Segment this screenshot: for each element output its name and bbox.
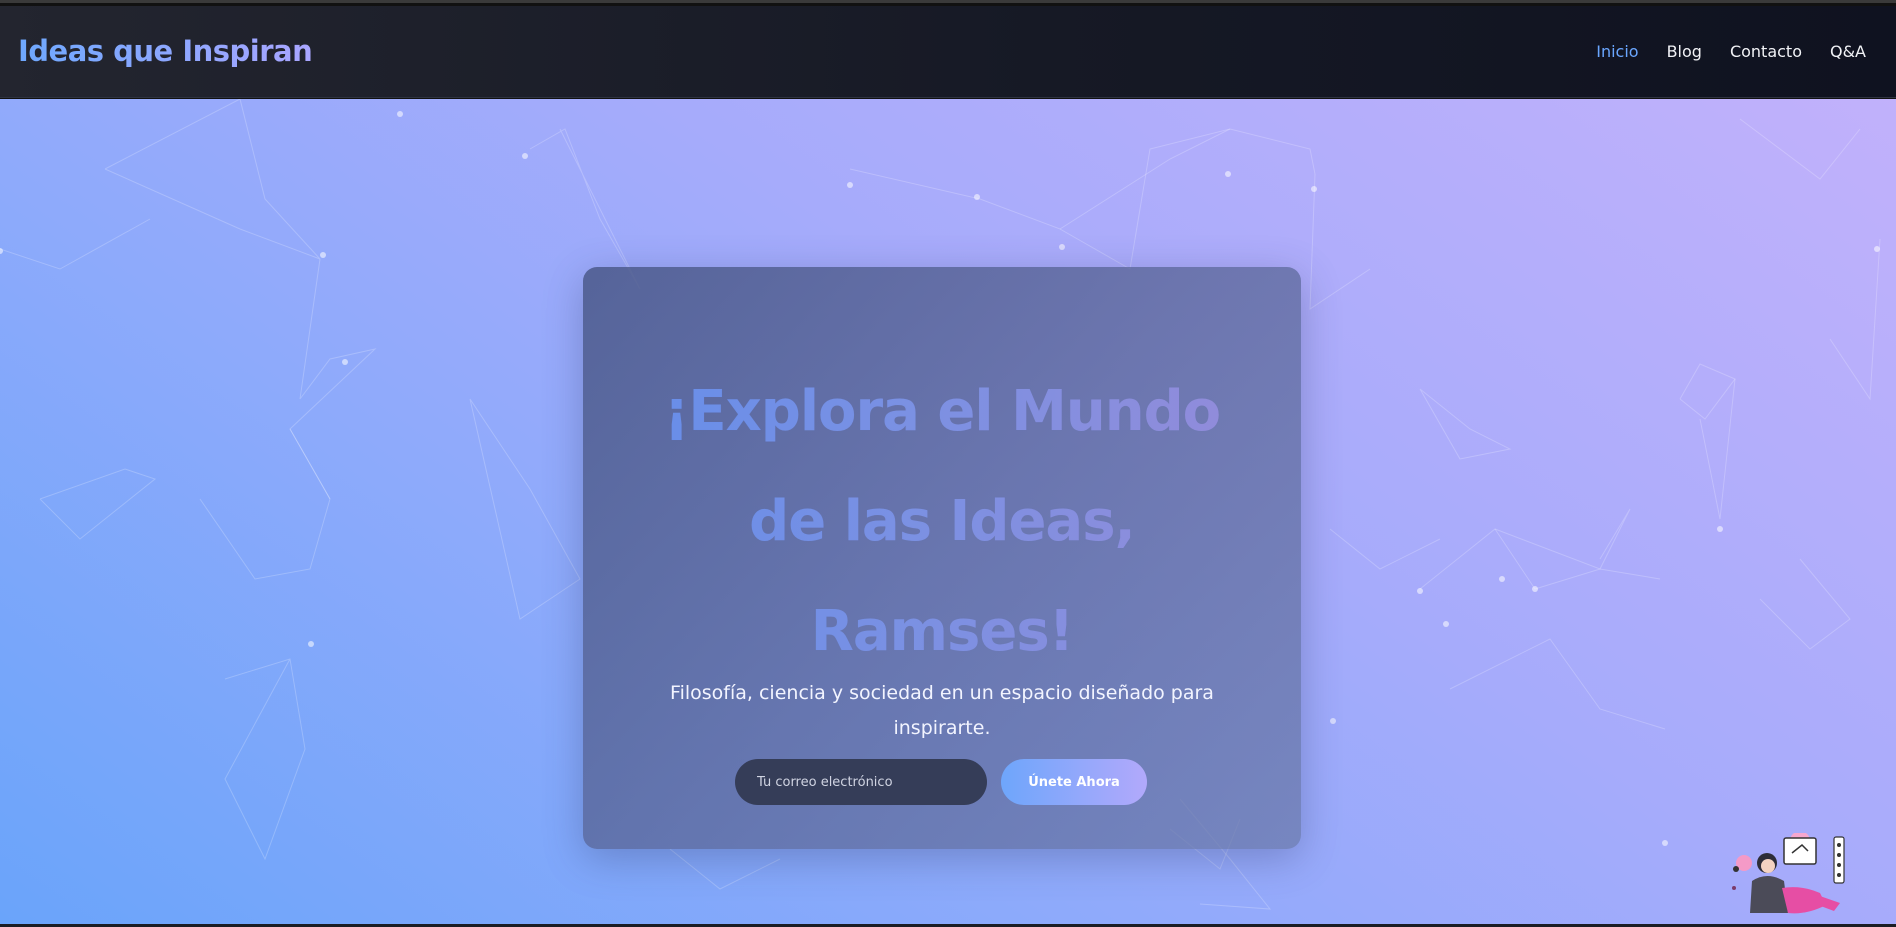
email-input[interactable] bbox=[735, 759, 987, 805]
nav-link-inicio[interactable]: Inicio bbox=[1596, 42, 1638, 61]
nav-link-blog[interactable]: Blog bbox=[1667, 42, 1702, 61]
top-navbar: Ideas que Inspiran Inicio Blog Contacto … bbox=[0, 6, 1896, 98]
main-nav: Inicio Blog Contacto Q&A bbox=[1596, 42, 1866, 61]
hero-headline: ¡Explora el Mundo de las Ideas, Ramses! bbox=[583, 357, 1301, 687]
nav-link-contacto[interactable]: Contacto bbox=[1730, 42, 1802, 61]
hero-section: ¡Explora el Mundo de las Ideas, Ramses! … bbox=[0, 99, 1896, 924]
headline-line-2: de las Ideas, bbox=[749, 488, 1136, 554]
browser-viewport: Ideas que Inspiran Inicio Blog Contacto … bbox=[0, 0, 1896, 927]
hero-subtitle: Filosofía, ciencia y sociedad en un espa… bbox=[670, 682, 1214, 739]
artist-mascot-icon[interactable] bbox=[1722, 833, 1850, 923]
nav-link-qa[interactable]: Q&A bbox=[1830, 42, 1866, 61]
signup-form: Únete Ahora bbox=[735, 759, 1147, 805]
headline-line-1: ¡Explora el Mundo bbox=[663, 378, 1221, 444]
site-logo[interactable]: Ideas que Inspiran bbox=[18, 34, 313, 68]
join-now-button[interactable]: Únete Ahora bbox=[1001, 759, 1147, 805]
headline-line-3: Ramses! bbox=[810, 598, 1074, 664]
hero-card: ¡Explora el Mundo de las Ideas, Ramses! … bbox=[583, 267, 1301, 849]
